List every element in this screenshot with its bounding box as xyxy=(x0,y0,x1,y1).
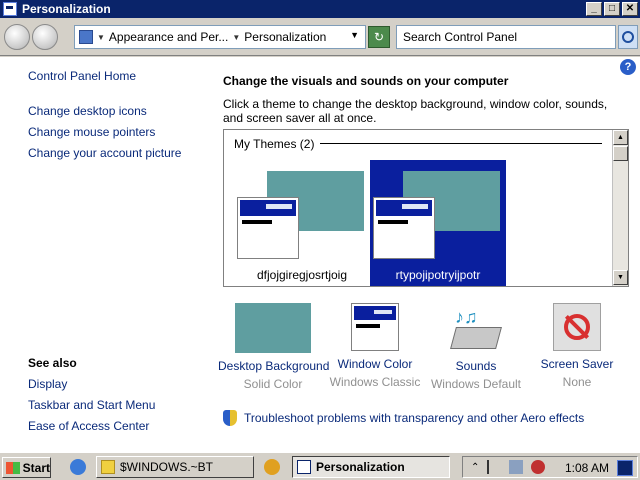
link-change-account-picture[interactable]: Change your account picture xyxy=(28,146,181,160)
task-label: $WINDOWS.~BT xyxy=(120,460,214,474)
personalization-icon xyxy=(3,2,17,16)
link-ease-of-access[interactable]: Ease of Access Center xyxy=(28,419,149,433)
start-label: Start xyxy=(22,460,50,475)
theme-name: rtypojipotryijpotr xyxy=(395,268,481,282)
refresh-button[interactable]: ↻ xyxy=(368,26,390,48)
scroll-thumb[interactable] xyxy=(613,146,628,161)
search-icon[interactable] xyxy=(618,25,638,49)
link-display[interactable]: Display xyxy=(28,377,67,391)
link-taskbar-start-menu[interactable]: Taskbar and Start Menu xyxy=(28,398,155,412)
address-bar[interactable]: ▼ Appearance and Per... ▼ Personalizatio… xyxy=(74,25,366,49)
taskbar-item-folder[interactable]: $WINDOWS.~BT xyxy=(96,456,254,478)
chevron-right-icon[interactable]: ▼ xyxy=(232,33,240,42)
link-change-desktop-icons[interactable]: Change desktop icons xyxy=(28,104,147,118)
navigation-bar: ▼ Appearance and Per... ▼ Personalizatio… xyxy=(0,18,640,56)
show-desktop-icon[interactable] xyxy=(617,460,633,476)
taskbar: Start $WINDOWS.~BT Personalization ⌃ 1:0… xyxy=(0,452,640,480)
troubleshoot-row: Troubleshoot problems with transparency … xyxy=(223,410,584,426)
troubleshoot-link[interactable]: Troubleshoot problems with transparency … xyxy=(244,411,584,425)
option-value: Windows Classic xyxy=(329,375,421,389)
address-dropdown-icon[interactable]: ▼ xyxy=(350,30,359,40)
show-hidden-icons-icon[interactable]: ⌃ xyxy=(471,462,479,473)
theme-item[interactable]: dfjojgiregjosrtjoig xyxy=(234,160,370,286)
media-player-icon[interactable] xyxy=(264,459,280,475)
forward-button[interactable] xyxy=(32,24,58,50)
themes-list: My Themes (2) dfjojgiregjosrtjoig rtypoj… xyxy=(223,129,629,287)
content-area: ? Control Panel Home Change desktop icon… xyxy=(0,57,640,452)
personalization-icon xyxy=(297,460,311,474)
group-label: My Themes (2) xyxy=(234,137,315,151)
desktop-background-option[interactable]: Desktop Background Solid Color xyxy=(218,303,329,391)
link-control-panel-home[interactable]: Control Panel Home xyxy=(28,69,136,83)
option-value: Solid Color xyxy=(243,377,303,391)
group-divider xyxy=(320,143,602,144)
internet-explorer-icon[interactable] xyxy=(70,459,86,475)
option-label[interactable]: Screen Saver xyxy=(522,357,632,371)
page-heading: Change the visuals and sounds on your co… xyxy=(223,74,509,88)
link-change-mouse-pointers[interactable]: Change mouse pointers xyxy=(28,125,155,139)
shield-icon xyxy=(223,410,237,426)
flag-icon[interactable] xyxy=(487,460,501,474)
system-tray: ⌃ 1:08 AM xyxy=(462,456,638,478)
scroll-down-button[interactable]: ▼ xyxy=(613,270,628,285)
page-description: Click a theme to change the desktop back… xyxy=(223,97,608,125)
theme-name: dfjojgiregjosrtjoig xyxy=(256,268,348,282)
help-icon[interactable]: ? xyxy=(620,59,636,75)
folder-icon xyxy=(101,460,115,474)
screen-saver-icon xyxy=(553,303,601,351)
theme-window-preview xyxy=(373,197,435,259)
desktop-background-icon xyxy=(235,303,311,353)
search-input[interactable]: Search Control Panel xyxy=(396,25,616,49)
window-controls: _ □ ✕ xyxy=(586,2,638,16)
window-title: Personalization xyxy=(22,2,111,16)
volume-muted-icon[interactable] xyxy=(531,460,546,474)
control-panel-icon xyxy=(79,30,93,44)
network-icon[interactable] xyxy=(509,460,524,474)
sounds-icon: ♪♫ xyxy=(450,303,502,353)
window-color-option[interactable]: Window Color Windows Classic xyxy=(320,303,430,389)
windows-flag-icon xyxy=(6,461,20,474)
option-label[interactable]: Window Color xyxy=(320,357,430,371)
close-button[interactable]: ✕ xyxy=(622,2,638,16)
window-color-icon xyxy=(351,303,399,351)
start-button[interactable]: Start xyxy=(2,457,51,478)
option-value: Windows Default xyxy=(430,377,522,391)
theme-item-selected[interactable]: rtypojipotryijpotr xyxy=(370,160,506,286)
sounds-option[interactable]: ♪♫ Sounds Windows Default xyxy=(421,303,531,391)
theme-window-preview xyxy=(237,197,299,259)
task-label: Personalization xyxy=(316,460,405,474)
chevron-right-icon[interactable]: ▼ xyxy=(97,33,105,42)
taskbar-item-personalization[interactable]: Personalization xyxy=(292,456,450,478)
clock[interactable]: 1:08 AM xyxy=(565,461,609,475)
breadcrumb-appearance[interactable]: Appearance and Per... xyxy=(109,30,228,44)
option-value: None xyxy=(562,375,592,389)
breadcrumb-personalization[interactable]: Personalization xyxy=(244,30,326,44)
see-also-heading: See also xyxy=(28,356,77,370)
scroll-up-button[interactable]: ▲ xyxy=(613,130,628,145)
maximize-button[interactable]: □ xyxy=(604,2,620,16)
option-label[interactable]: Desktop Background xyxy=(218,359,329,373)
screen-saver-option[interactable]: Screen Saver None xyxy=(522,303,632,389)
back-button[interactable] xyxy=(4,24,30,50)
vertical-scrollbar[interactable]: ▲ ▼ xyxy=(612,130,628,286)
title-bar: Personalization _ □ ✕ xyxy=(0,0,640,18)
minimize-button[interactable]: _ xyxy=(586,2,602,16)
option-label[interactable]: Sounds xyxy=(421,359,531,373)
